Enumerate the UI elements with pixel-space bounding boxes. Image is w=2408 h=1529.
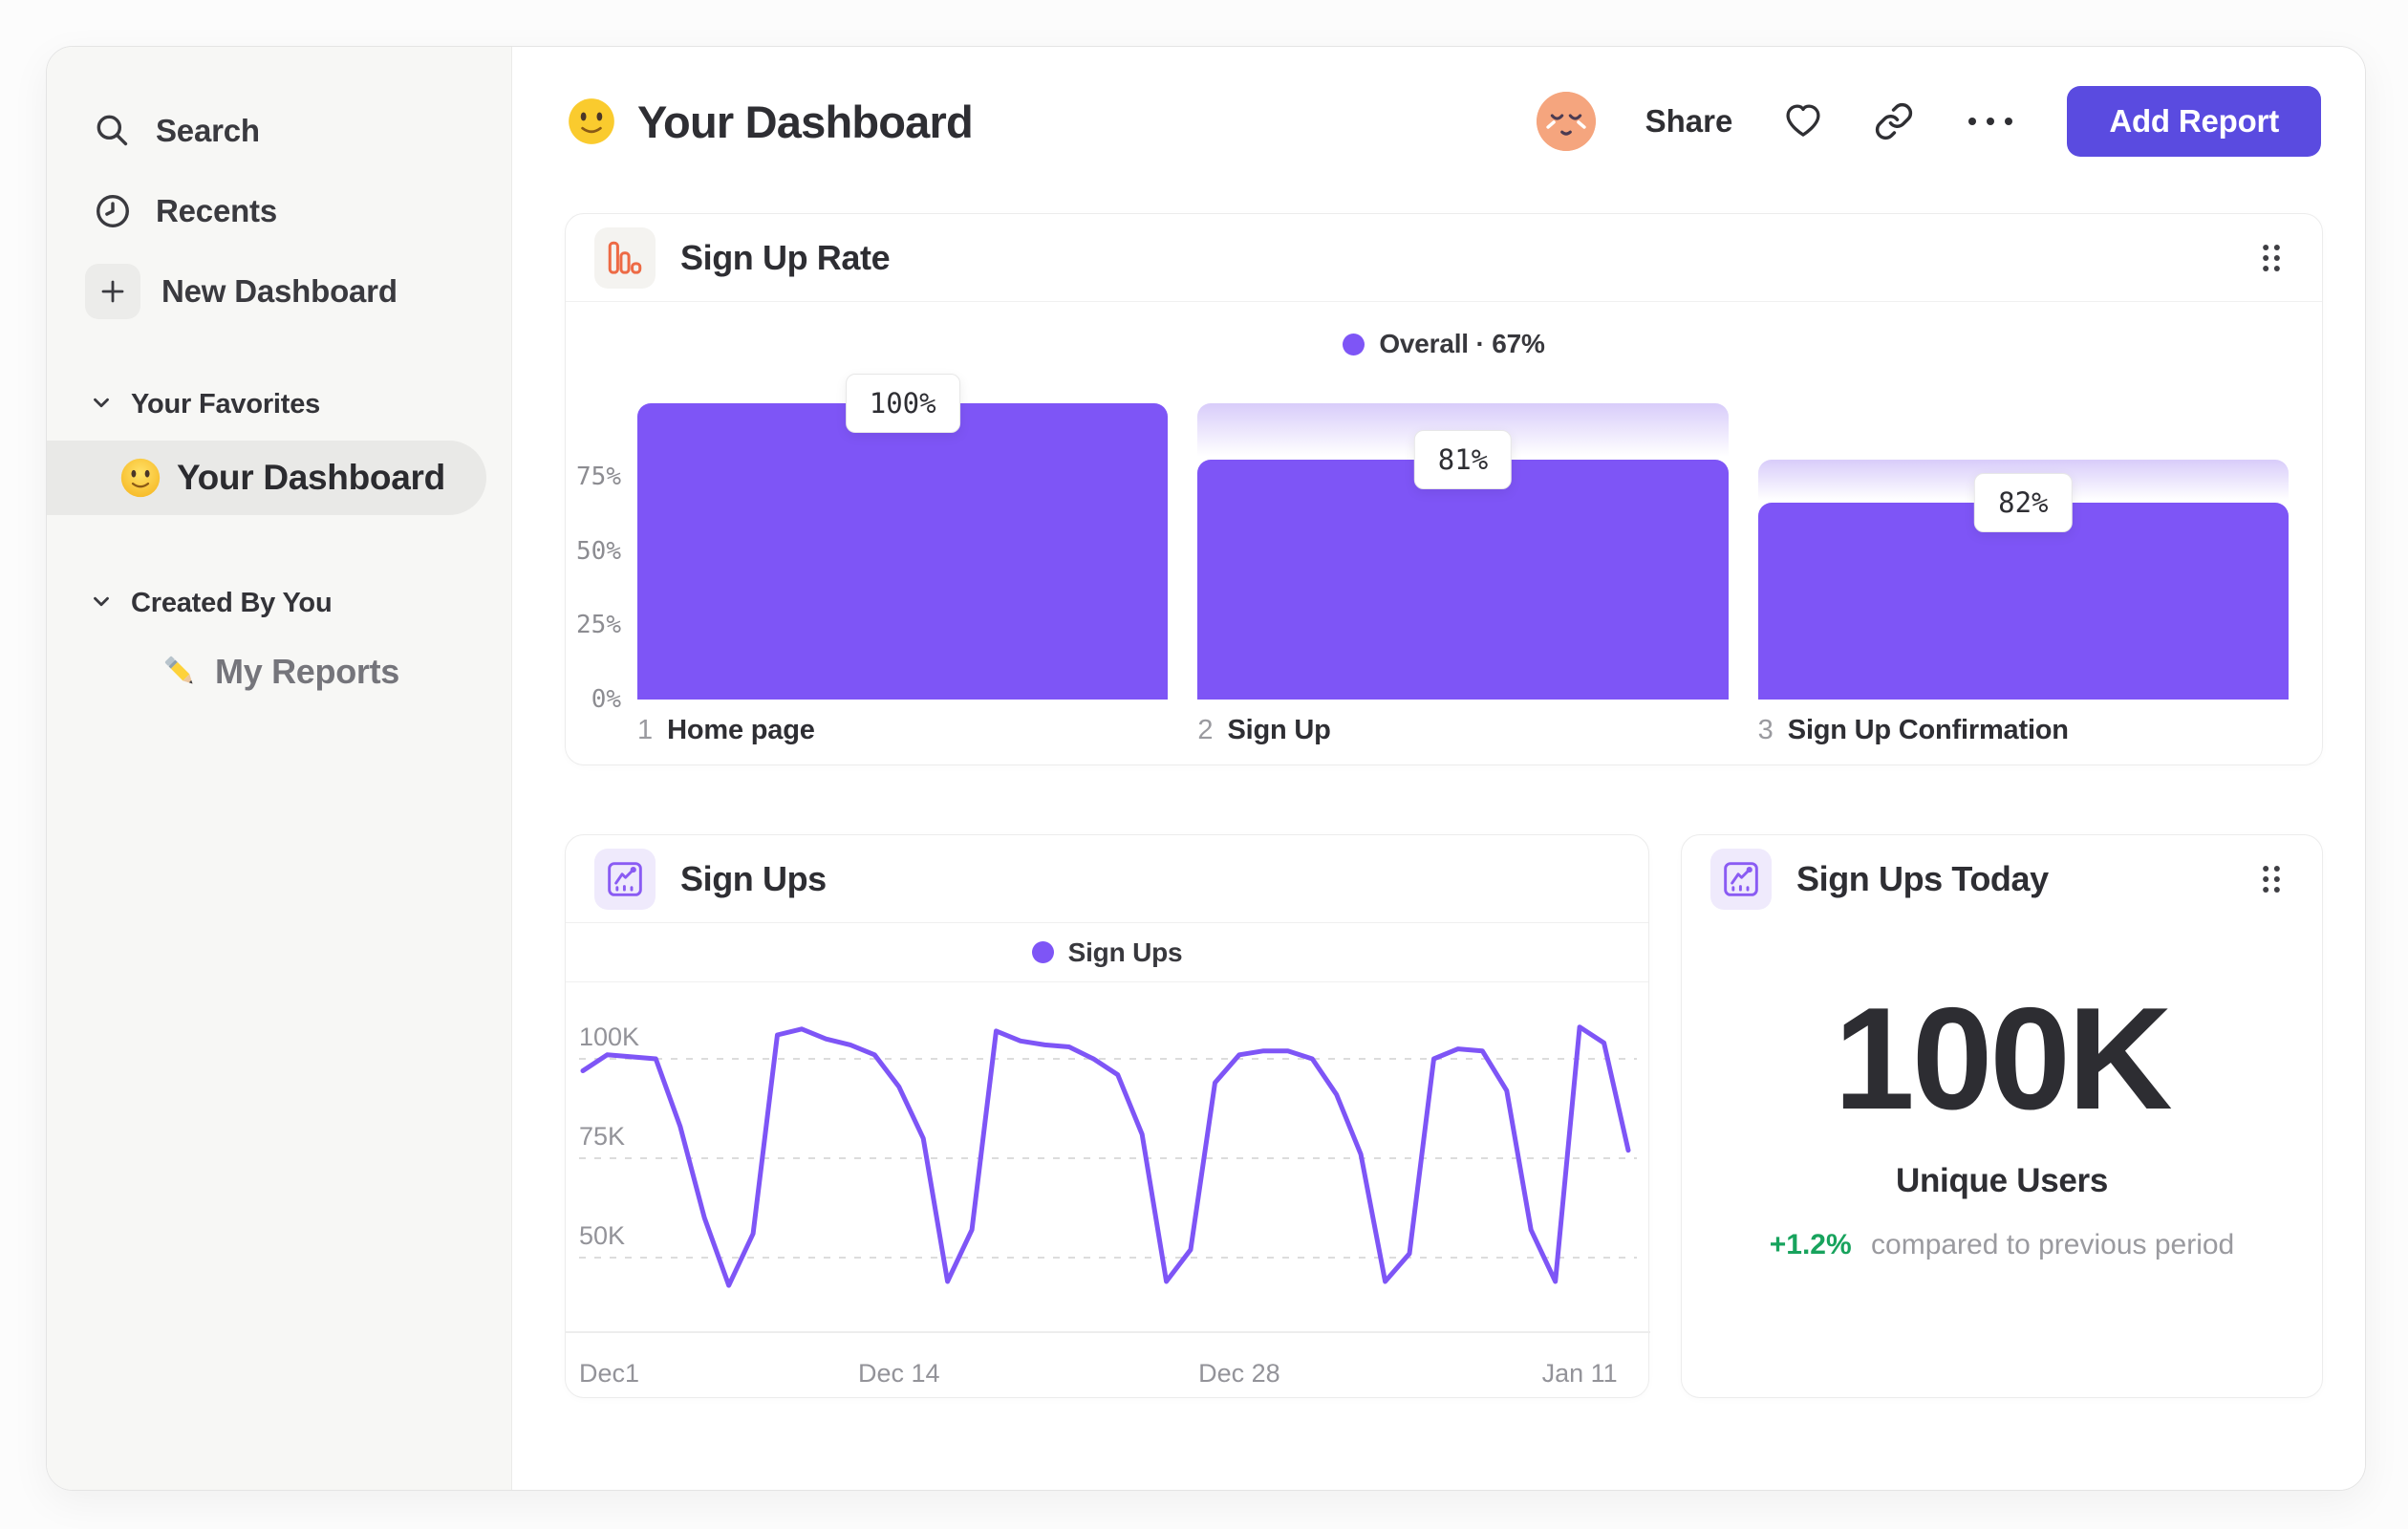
pencil-emoji-icon <box>160 651 202 693</box>
funnel-chart-icon <box>594 226 656 289</box>
sidebar-item-label: New Dashboard <box>161 273 398 309</box>
sidebar-item-new-dashboard[interactable]: New Dashboard <box>47 251 511 332</box>
smiley-emoji-icon <box>567 97 616 146</box>
funnel-bar <box>1197 459 1729 700</box>
chevron-down-icon <box>89 589 114 618</box>
sidebar-item-recents[interactable]: Recents <box>47 171 511 251</box>
conversion-chip: 81% <box>1413 429 1513 489</box>
drag-handle-icon[interactable] <box>2259 242 2284 274</box>
metric-value: 100K <box>1834 978 2172 1140</box>
conversion-chip: 100% <box>845 373 960 433</box>
search-icon <box>91 109 135 153</box>
svg-text:Dec 28: Dec 28 <box>1198 1359 1280 1388</box>
svg-text:100K: 100K <box>579 1023 639 1051</box>
drag-handle-icon[interactable] <box>2259 863 2284 895</box>
sign-up-rate-card: Sign Up Rate Overall · 67% 75% 50% 25% 0… <box>565 213 2323 765</box>
sidebar: Search Recents New Dashboard Your Favori… <box>47 47 512 1490</box>
y-tick-label: 50% <box>576 536 621 566</box>
line-chart-icon <box>594 848 656 910</box>
svg-text:Dec1: Dec1 <box>579 1359 639 1388</box>
svg-text:Dec 14: Dec 14 <box>858 1359 940 1388</box>
funnel-step-label: 1 Home page <box>637 715 815 745</box>
sidebar-item-label: Search <box>156 113 260 148</box>
sidebar-item-label: Your Dashboard <box>177 458 445 497</box>
conversion-chip: 82% <box>1974 472 2073 532</box>
svg-text:75K: 75K <box>579 1122 625 1151</box>
copy-link-icon[interactable] <box>1874 101 1914 141</box>
sign-ups-card: Sign Ups Sign Ups 100K 75K 50K Dec1 Dec 14 De… <box>565 834 1650 1398</box>
funnel-step-label: 3 Sign Up Confirmation <box>1757 715 2069 745</box>
svg-text:50K: 50K <box>579 1221 625 1250</box>
title-wrap: Your Dashboard <box>567 96 974 148</box>
page-title: Your Dashboard <box>637 96 974 147</box>
sign-ups-today-card: Sign Ups Today 100K Unique Users +1.2% c… <box>1681 834 2323 1398</box>
smiley-emoji-icon <box>119 457 161 499</box>
card-title: Sign Up Rate <box>680 237 891 277</box>
metric-delta-row: +1.2% compared to previous period <box>1682 1229 2322 1261</box>
sidebar-item-label: My Reports <box>215 652 400 691</box>
main-content: Your Dashboard Share Add Report Sign Up … <box>512 47 2365 1490</box>
sidebar-section-created-by-you[interactable]: Created By You <box>47 582 511 624</box>
clock-icon <box>91 189 135 233</box>
add-report-button[interactable]: Add Report <box>2067 86 2321 157</box>
header-actions: Share Add Report <box>1536 86 2321 157</box>
delta-note: compared to previous period <box>1871 1229 2235 1260</box>
funnel-bars: 100% 81% 82% <box>637 373 2289 700</box>
line-legend[interactable]: Sign Ups <box>566 923 1648 982</box>
dashboard-header: Your Dashboard Share Add Report <box>567 47 2321 196</box>
y-tick-label: 0% <box>591 685 621 714</box>
card-header: Sign Ups <box>566 835 1648 923</box>
metric-label: Unique Users <box>1895 1162 2109 1199</box>
favorite-heart-icon[interactable] <box>1782 100 1824 142</box>
user-avatar[interactable] <box>1536 92 1596 151</box>
funnel-y-axis: 75% 50% 25% 0% <box>566 388 621 714</box>
chevron-down-icon <box>89 390 114 420</box>
card-header: Sign Ups Today <box>1682 835 2322 923</box>
sidebar-item-search[interactable]: Search <box>47 91 511 171</box>
sidebar-item-label: Recents <box>156 193 277 228</box>
delta-value: +1.2% <box>1769 1229 1852 1260</box>
legend-dot <box>1343 333 1365 355</box>
card-title: Sign Ups Today <box>1796 859 2049 898</box>
screen: Search Recents New Dashboard Your Favori… <box>0 0 2408 1529</box>
more-options-icon[interactable] <box>1964 110 2017 133</box>
y-tick-label: 25% <box>576 611 621 640</box>
line-chart-icon <box>1710 849 1772 910</box>
card-header: Sign Up Rate <box>566 214 2322 302</box>
sidebar-item-my-reports[interactable]: My Reports <box>47 643 511 700</box>
funnel-legend[interactable]: Overall · 67% <box>566 325 2322 363</box>
funnel-column: 100% <box>637 373 1169 700</box>
plus-icon <box>85 264 140 319</box>
funnel-step-label: 2 Sign Up <box>1197 715 1331 745</box>
legend-label: Overall · 67% <box>1379 329 1545 358</box>
legend-label: Sign Ups <box>1067 937 1183 967</box>
funnel-bar <box>637 402 1169 700</box>
funnel-step-labels: 1 Home page 2 Sign Up 3 Sign Up Confirmation <box>637 715 2289 746</box>
legend-dot <box>1031 941 1054 963</box>
sign-ups-line-chart: 100K 75K 50K Dec1 Dec 14 Dec 28 Jan 11 <box>566 1023 1650 1388</box>
app-window: Search Recents New Dashboard Your Favori… <box>46 46 2366 1491</box>
section-header-label: Your Favorites <box>131 388 321 420</box>
svg-text:Jan 11: Jan 11 <box>1542 1359 1618 1388</box>
sidebar-item-your-dashboard[interactable]: Your Dashboard <box>47 441 486 515</box>
funnel-column: 82% <box>1757 388 2289 700</box>
section-header-label: Created By You <box>131 587 333 618</box>
card-title: Sign Ups <box>680 858 827 898</box>
share-button[interactable]: Share <box>1645 103 1733 140</box>
sidebar-section-your-favorites[interactable]: Your Favorites <box>47 383 511 425</box>
funnel-column: 81% <box>1197 388 1729 700</box>
y-tick-label: 75% <box>576 463 621 492</box>
